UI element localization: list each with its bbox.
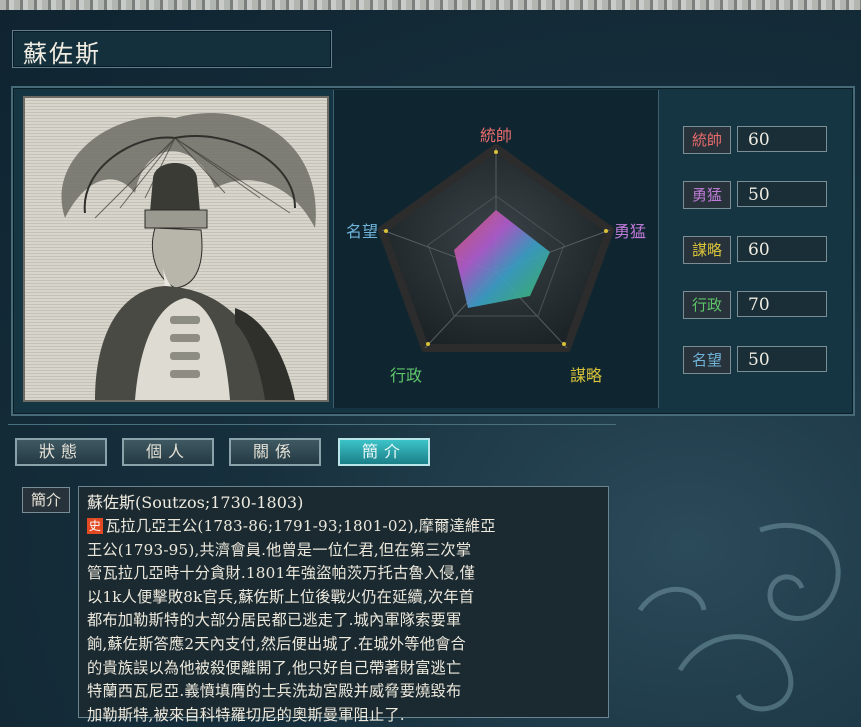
radar-label-valor: 勇猛 bbox=[614, 222, 647, 241]
character-info-panel: 統帥 勇猛 謀略 行政 名望 統帥 60 勇猛 50 謀略 60 行政 70 名… bbox=[11, 86, 855, 416]
history-tag-icon: 史 bbox=[87, 518, 103, 534]
bio-line: 王公(1793-95),共濟會員.他曾是一位仁君,但在第三次掌 bbox=[87, 540, 472, 559]
radar-label-administration: 行政 bbox=[390, 366, 423, 385]
stat-value-strategy: 60 bbox=[737, 236, 827, 262]
bio-line: 餉,蘇佐斯答應2天內支付,然后便出城了.在城外等他會合 bbox=[87, 634, 466, 653]
character-portrait bbox=[23, 96, 329, 402]
stat-value-valor: 50 bbox=[737, 181, 827, 207]
stat-value-administration: 70 bbox=[737, 291, 827, 317]
stat-label-prestige: 名望 bbox=[683, 346, 731, 374]
radar-label-prestige: 名望 bbox=[346, 222, 379, 241]
bio-text: 史瓦拉几亞王公(1783-86;1791-93;1801-02),摩爾達維亞 王… bbox=[87, 515, 600, 727]
tab-status[interactable]: 狀態 bbox=[15, 438, 107, 466]
bio-line: 加勒斯特,被來自科特羅切尼的奧斯曼軍阻止了. bbox=[87, 705, 405, 724]
tab-personal[interactable]: 個人 bbox=[122, 438, 214, 466]
stat-row-prestige: 名望 50 bbox=[673, 346, 843, 376]
character-name: 蘇佐斯 bbox=[23, 40, 101, 68]
stat-label-command: 統帥 bbox=[683, 126, 731, 154]
stat-value-command: 60 bbox=[737, 126, 827, 152]
decorative-swirl-icon bbox=[637, 522, 841, 712]
stat-row-valor: 勇猛 50 bbox=[673, 181, 843, 211]
bio-line: 以1k人便擊敗8k官兵,蘇佐斯上位後戰火仍在延續,次年首 bbox=[87, 587, 475, 606]
stat-label-administration: 行政 bbox=[683, 291, 731, 319]
section-divider bbox=[8, 424, 616, 425]
portrait-engraving bbox=[61, 112, 316, 400]
bio-line: 都布加勒斯特的大部分居民都已逃走了.城內軍隊索要軍 bbox=[87, 611, 462, 630]
stat-row-administration: 行政 70 bbox=[673, 291, 843, 321]
bio-line: 特蘭西瓦尼亞.義憤填膺的士兵洗劫宮殿并威脅要燒毀布 bbox=[87, 682, 462, 701]
top-border-strip bbox=[0, 0, 861, 10]
bio-line: 史瓦拉几亞王公(1783-86;1791-93;1801-02),摩爾達維亞 bbox=[87, 517, 496, 535]
bio-line: 的貴族誤以為他被殺便離開了,他只好自己帶著財富逃亡 bbox=[87, 658, 462, 677]
stat-row-strategy: 謀略 60 bbox=[673, 236, 843, 266]
stat-row-command: 統帥 60 bbox=[673, 126, 843, 156]
biography-text-box[interactable]: 蘇佐斯(Soutzos;1730-1803) 史瓦拉几亞王公(1783-86;1… bbox=[78, 486, 609, 724]
attribute-radar-chart: 統帥 勇猛 謀略 行政 名望 bbox=[333, 90, 659, 408]
radar-label-strategy: 謀略 bbox=[570, 366, 603, 385]
bio-side-label: 簡介 bbox=[22, 487, 70, 513]
stat-label-valor: 勇猛 bbox=[683, 181, 731, 209]
tab-biography[interactable]: 簡介 bbox=[338, 438, 430, 466]
tab-relations[interactable]: 關係 bbox=[229, 438, 321, 466]
radar-label-command: 統帥 bbox=[480, 126, 513, 145]
stat-value-prestige: 50 bbox=[737, 346, 827, 372]
stat-label-strategy: 謀略 bbox=[683, 236, 731, 264]
bio-line: 管瓦拉几亞時十分貪財.1801年強盜帕茨万托古魯入侵,僅 bbox=[87, 564, 476, 583]
bio-title: 蘇佐斯(Soutzos;1730-1803) bbox=[87, 493, 304, 512]
character-name-box: 蘇佐斯 bbox=[12, 30, 332, 68]
